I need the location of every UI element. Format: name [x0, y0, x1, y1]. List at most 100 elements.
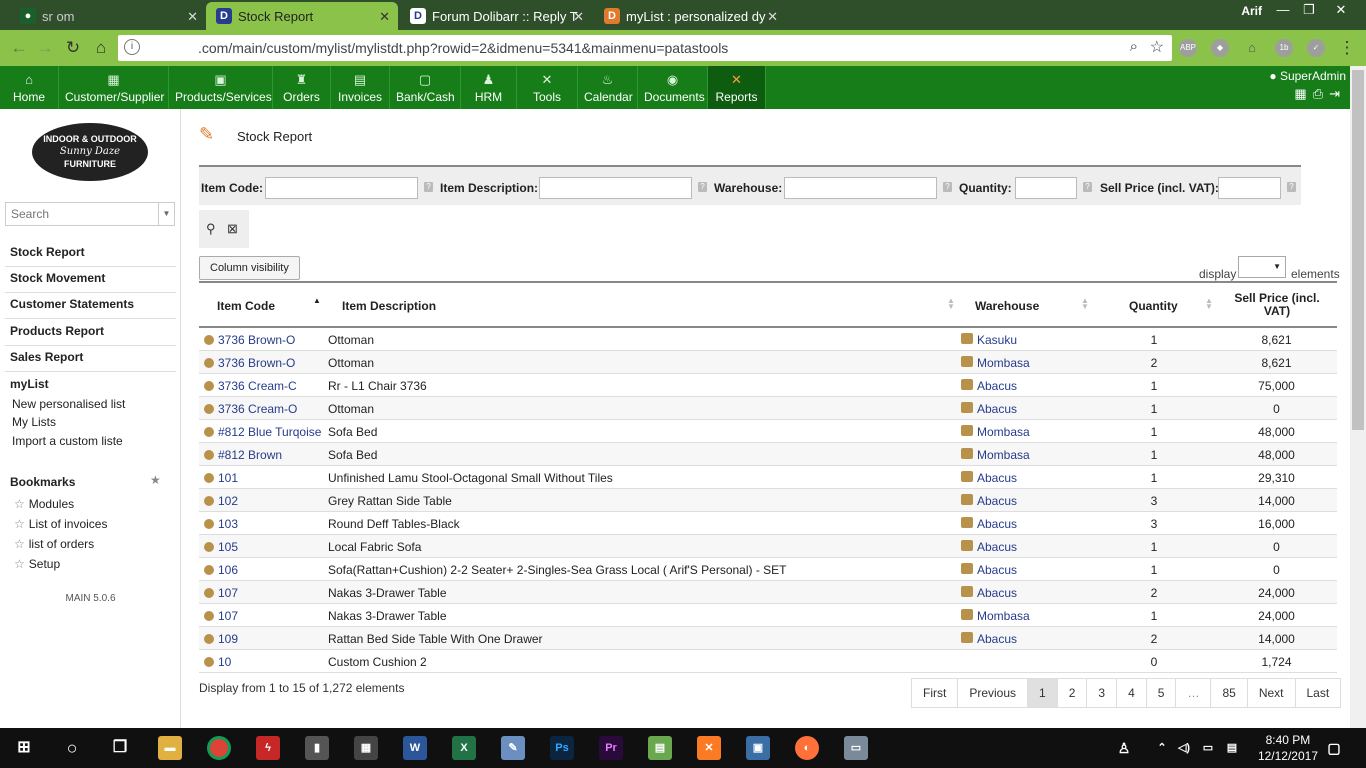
page-scrollbar[interactable]: [1350, 66, 1366, 728]
warehouse-name[interactable]: Abacus: [977, 563, 1017, 577]
pdf-icon[interactable]: ⌂: [1243, 39, 1261, 57]
word-icon[interactable]: W: [403, 736, 427, 760]
xampp-icon[interactable]: ✕: [697, 736, 721, 760]
excel-icon[interactable]: X: [452, 736, 476, 760]
menu-hrm[interactable]: ♟ HRM: [461, 66, 517, 109]
pager-page-current[interactable]: 1: [1028, 679, 1058, 707]
menu-reports[interactable]: ✕ Reports: [708, 66, 766, 109]
zoom-icon[interactable]: ⌕: [1130, 38, 1138, 55]
sidebar-item-customer-statements[interactable]: Customer Statements: [5, 293, 176, 319]
warehouse-name[interactable]: Abacus: [977, 632, 1017, 646]
paint-icon[interactable]: ✎: [501, 736, 525, 760]
company-logo[interactable]: INDOOR & OUTDOOR Sunny Daze FURNITURE: [32, 123, 148, 181]
warehouse-filter-input[interactable]: [784, 177, 937, 199]
sidebar-subitem-import-list[interactable]: Import a custom liste: [12, 434, 123, 448]
pager-previous[interactable]: Previous: [958, 679, 1029, 707]
close-tab-icon[interactable]: ✕: [573, 9, 584, 25]
pager-page[interactable]: 3: [1087, 679, 1118, 707]
search-input[interactable]: [6, 203, 156, 225]
warehouse-link[interactable]: Abacus: [961, 632, 1017, 646]
warehouse-name[interactable]: Abacus: [977, 586, 1017, 600]
item-code[interactable]: 10: [218, 655, 231, 669]
item-code[interactable]: 3736 Brown-O: [218, 356, 295, 370]
item-code[interactable]: 109: [218, 632, 238, 646]
warehouse-name[interactable]: Mombasa: [977, 609, 1030, 623]
item-code[interactable]: 105: [218, 540, 238, 554]
sidebar-subitem-my-lists[interactable]: My Lists: [12, 415, 56, 429]
item-code[interactable]: 103: [218, 517, 238, 531]
warehouse-link[interactable]: Abacus: [961, 517, 1017, 531]
sort-icon[interactable]: ▲ ▼: [1205, 297, 1213, 311]
calculator-icon[interactable]: ▦: [354, 736, 378, 760]
warehouse-link[interactable]: Mombasa: [961, 609, 1030, 623]
url-field[interactable]: i .com/main/custom/mylist/mylistdt.php?r…: [118, 35, 1172, 61]
chrome-icon[interactable]: [207, 736, 231, 760]
product-link[interactable]: 109: [204, 632, 238, 646]
warehouse-link[interactable]: Mombasa: [961, 425, 1030, 439]
back-icon[interactable]: ←: [8, 37, 30, 59]
sort-asc-icon[interactable]: ▲: [313, 297, 321, 305]
app-icon[interactable]: ▭: [844, 736, 868, 760]
warehouse-link[interactable]: Mombasa: [961, 356, 1030, 370]
warehouse-name[interactable]: Abacus: [977, 402, 1017, 416]
premiere-icon[interactable]: Pr: [599, 736, 623, 760]
menu-invoices[interactable]: ▤ Invoices: [331, 66, 390, 109]
volume-icon[interactable]: ◁): [1172, 736, 1196, 760]
menu-products-services[interactable]: ▣ Products/Services: [169, 66, 273, 109]
help-icon[interactable]: ?: [698, 182, 707, 192]
product-link[interactable]: 10: [204, 655, 231, 669]
user-link[interactable]: ● SuperAdmin: [1269, 69, 1346, 83]
item-code[interactable]: 3736 Cream-C: [218, 379, 297, 393]
pager-page[interactable]: 4: [1117, 679, 1147, 707]
quantity-filter-input[interactable]: [1015, 177, 1077, 199]
close-tab-icon[interactable]: ✕: [767, 9, 778, 25]
item-code[interactable]: #812 Brown: [218, 448, 282, 462]
warehouse-link[interactable]: Abacus: [961, 586, 1017, 600]
product-link[interactable]: 3736 Brown-O: [204, 333, 295, 347]
sidebar-item-products-report[interactable]: Products Report: [5, 320, 176, 346]
checkmark-icon[interactable]: ✓: [1307, 39, 1325, 57]
browser-tab[interactable]: ● sr om ✕: [10, 2, 206, 30]
page-length-select[interactable]: ▼: [1238, 256, 1286, 278]
warehouse-name[interactable]: Mombasa: [977, 448, 1030, 462]
column-visibility-button[interactable]: Column visibility: [199, 256, 300, 280]
browser-tab-active[interactable]: D Stock Report ✕: [206, 2, 398, 30]
menu-customer-supplier[interactable]: ▦ Customer/Supplier: [59, 66, 169, 109]
bookmark-item[interactable]: ☆ Modules: [14, 497, 74, 511]
warehouse-name[interactable]: Abacus: [977, 494, 1017, 508]
pager-last[interactable]: Last: [1295, 679, 1341, 707]
browser-tab[interactable]: D Forum Dolibarr :: Reply T ✕: [400, 2, 592, 30]
product-link[interactable]: #812 Brown: [204, 448, 282, 462]
menu-calendar[interactable]: ♨ Calendar: [578, 66, 638, 109]
close-tab-icon[interactable]: ✕: [379, 9, 390, 25]
search-icon[interactable]: ⚲: [206, 221, 216, 237]
pager-page[interactable]: 5: [1146, 679, 1177, 707]
cortana-icon[interactable]: ○: [60, 736, 84, 760]
product-link[interactable]: 107: [204, 609, 238, 623]
help-icon[interactable]: ?: [424, 182, 433, 192]
adblock-icon[interactable]: ABP: [1179, 39, 1197, 57]
sell-price-filter-input[interactable]: [1218, 177, 1281, 199]
warehouse-name[interactable]: Mombasa: [977, 425, 1030, 439]
product-link[interactable]: 101: [204, 471, 238, 485]
item-code[interactable]: 106: [218, 563, 238, 577]
taskbar-clock[interactable]: 8:40 PM 12/12/2017: [1258, 732, 1318, 764]
menu-tools[interactable]: ✕ Tools: [517, 66, 578, 109]
firefox-icon[interactable]: ◐: [795, 736, 819, 760]
warehouse-link[interactable]: Abacus: [961, 402, 1017, 416]
home-icon[interactable]: ⌂: [90, 37, 112, 59]
product-link[interactable]: #812 Blue Turqoise: [204, 425, 321, 439]
star-icon[interactable]: ★: [150, 473, 161, 487]
item-code[interactable]: 3736 Cream-O: [218, 402, 297, 416]
item-code[interactable]: 102: [218, 494, 238, 508]
pager-next[interactable]: Next: [1247, 679, 1296, 707]
warehouse-link[interactable]: Abacus: [961, 563, 1017, 577]
bookmark-item[interactable]: ☆ Setup: [14, 557, 60, 571]
app-icon[interactable]: ▤: [648, 736, 672, 760]
warehouse-link[interactable]: Abacus: [961, 379, 1017, 393]
product-link[interactable]: 3736 Brown-O: [204, 356, 295, 370]
menu-home[interactable]: ⌂ Home: [0, 66, 59, 109]
menu-orders[interactable]: ♜ Orders: [273, 66, 331, 109]
calendar-icon[interactable]: ▦: [1294, 86, 1312, 101]
product-link[interactable]: 3736 Cream-C: [204, 379, 297, 393]
